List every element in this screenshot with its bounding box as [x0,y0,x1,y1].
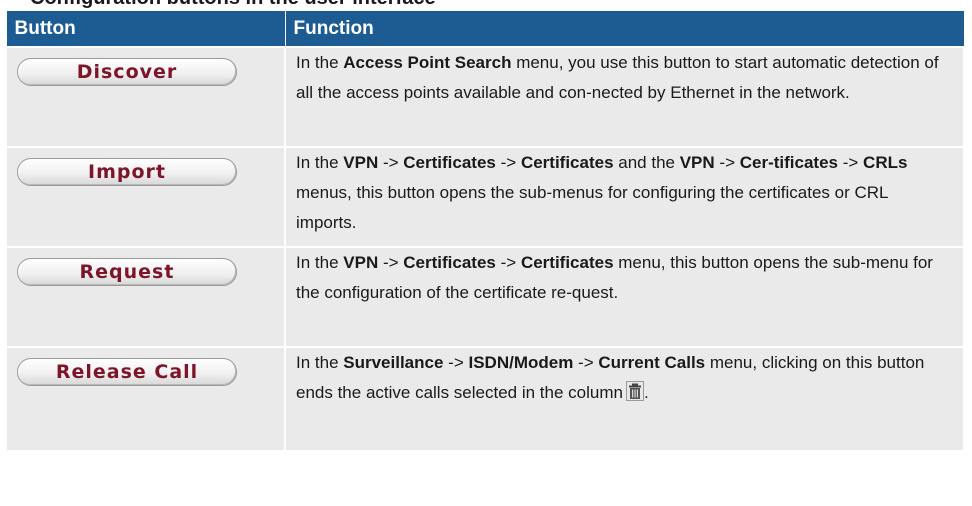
menu-name: CRLs [863,153,908,172]
function-cell: In the VPN -> Certificates -> Certificat… [284,246,965,348]
text: -> [495,153,521,172]
text: In the [296,253,344,272]
column-header-function: Function [284,10,965,48]
column-header-button: Button [5,10,286,48]
menu-name: Surveillance [343,353,444,372]
table-header-row: Button Function [5,10,965,48]
menu-name: Cer-tificates [739,153,838,172]
menu-name: VPN [343,253,379,272]
text: . [643,383,649,402]
function-cell: In the Surveillance -> ISDN/Modem -> Cur… [284,346,965,452]
menu-name: VPN [343,153,379,172]
table-row: Request In the VPN -> Certificates -> Ce… [5,246,965,348]
release-call-button[interactable]: Release Call [17,358,237,386]
menu-name: Certificates [520,153,614,172]
page-heading: Configuration buttons in the user interf… [30,0,436,10]
table-row: Discover In the Access Point Search menu… [5,46,965,148]
table-row: Release Call In the Surveillance -> ISDN… [5,346,965,452]
menu-name: Certificates [403,153,496,172]
button-cell: Release Call [5,346,286,452]
text: menus, this button opens the sub-menus f… [296,183,888,232]
text: -> [443,353,469,372]
function-cell: In the VPN -> Certificates -> Certificat… [284,146,965,248]
table-row: Import In the VPN -> Certificates -> Cer… [5,146,965,248]
text: -> [378,153,404,172]
menu-name: Certificates [520,253,614,272]
request-button[interactable]: Request [17,258,237,286]
button-cell: Discover [5,46,286,148]
text: -> [838,153,864,172]
function-cell: In the Access Point Search menu, you use… [284,46,965,148]
text: In the [296,353,344,372]
text: -> [573,353,599,372]
discover-button[interactable]: Discover [17,58,237,86]
text: -> [378,253,404,272]
menu-name: Certificates [403,253,496,272]
menu-name: Access Point Search [343,53,512,72]
buttons-table: Button Function Discover In the Access P… [5,10,965,452]
text: In the [296,53,344,72]
text: In the [296,153,344,172]
page-heading-clipped: Configuration buttons in the user interf… [0,0,972,10]
menu-name: VPN [679,153,715,172]
text: -> [495,253,521,272]
menu-name: ISDN/Modem [468,353,574,372]
text: -> [714,153,740,172]
import-button[interactable]: Import [17,158,237,186]
menu-name: Current Calls [598,353,706,372]
button-cell: Request [5,246,286,348]
trash-icon [625,381,644,401]
button-cell: Import [5,146,286,248]
text: and the [613,153,680,172]
